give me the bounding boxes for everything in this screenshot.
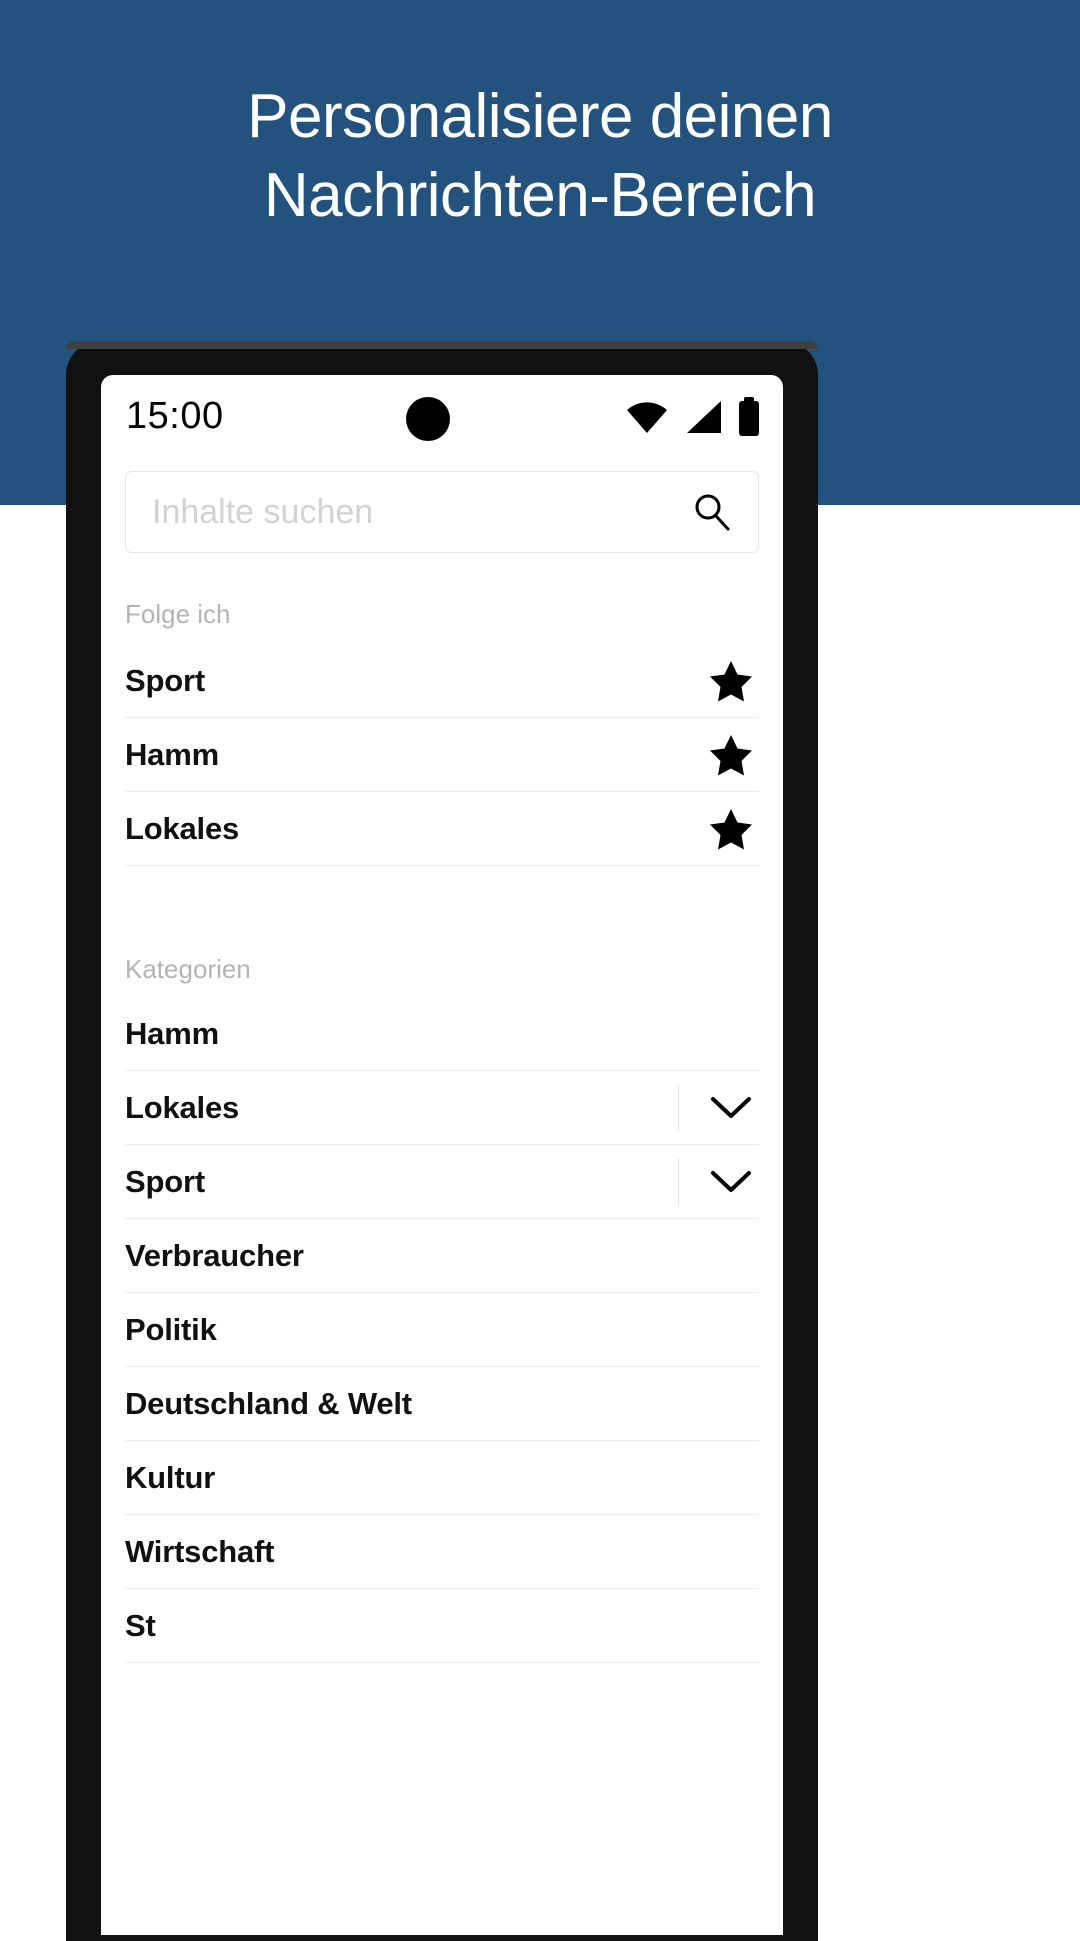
search-icon xyxy=(695,494,730,531)
page-title: Personalisiere deinen Nachrichten-Bereic… xyxy=(247,82,833,230)
expand-control[interactable] xyxy=(678,1157,759,1206)
list-item-label: Sport xyxy=(125,1163,205,1199)
camera-punchhole-icon xyxy=(406,397,450,441)
star-icon xyxy=(710,734,752,775)
list-item[interactable]: Wirtschaft xyxy=(125,1515,759,1589)
signal-icon xyxy=(687,401,721,433)
list-item-label: Sport xyxy=(125,662,205,698)
status-bar: 15:00 xyxy=(101,375,783,453)
star-icon xyxy=(710,660,752,701)
list-item[interactable]: Verbraucher xyxy=(125,1219,759,1293)
list-item[interactable]: Sport xyxy=(125,644,759,718)
list-item-label: Verbraucher xyxy=(125,1237,304,1273)
chevron-icon xyxy=(711,1170,751,1192)
chevron-icon xyxy=(711,1096,751,1118)
list-item-label: Hamm xyxy=(125,736,219,772)
list-item-label: Lokales xyxy=(125,810,240,846)
status-time: 15:00 xyxy=(126,395,224,437)
list-item[interactable]: Deutschland & Welt xyxy=(125,1367,759,1441)
list-item-label: Politik xyxy=(125,1311,217,1347)
chevron-down-icon[interactable] xyxy=(703,1154,759,1210)
following-section-label: Folge ich xyxy=(125,599,231,629)
categories-list: Hamm Lokales Sport Verbraucher Politik D… xyxy=(125,997,759,1663)
expand-control[interactable] xyxy=(678,1083,759,1132)
list-item[interactable]: Kultur xyxy=(125,1441,759,1515)
search-bar[interactable] xyxy=(125,471,759,553)
phone-screen: 15:00 Inhalte suchen Folge ich Sport Ham… xyxy=(101,375,783,1935)
search-input[interactable] xyxy=(152,492,688,532)
battery-icon xyxy=(739,397,759,436)
chevron-down-icon[interactable] xyxy=(703,1080,759,1136)
phone-mockup: 15:00 Inhalte suchen Folge ich Sport Ham… xyxy=(66,341,818,1941)
list-item-label: Hamm xyxy=(125,1015,219,1051)
list-item[interactable]: Sport xyxy=(125,1145,759,1219)
list-item[interactable]: Lokales xyxy=(125,1071,759,1145)
list-item-label: Wirtschaft xyxy=(125,1533,275,1569)
wifi-icon xyxy=(627,402,667,433)
categories-section-label: Kategorien xyxy=(125,954,251,984)
list-item[interactable]: Lokales xyxy=(125,792,759,866)
star-filled-icon[interactable] xyxy=(703,727,759,783)
search-button[interactable] xyxy=(688,488,736,536)
status-icons xyxy=(625,397,761,437)
star-filled-icon[interactable] xyxy=(703,653,759,709)
following-list: Sport Hamm Lokales xyxy=(125,644,759,866)
list-item-label: Lokales xyxy=(125,1089,240,1125)
list-item-label: Deutschland & Welt xyxy=(125,1385,412,1421)
list-item-label: St xyxy=(125,1607,156,1643)
list-item[interactable]: Politik xyxy=(125,1293,759,1367)
phone-bezel xyxy=(66,341,818,349)
star-filled-icon[interactable] xyxy=(703,801,759,857)
star-icon xyxy=(710,808,752,849)
list-item[interactable]: Hamm xyxy=(125,997,759,1071)
list-item[interactable]: St xyxy=(125,1589,759,1663)
list-item[interactable]: Hamm xyxy=(125,718,759,792)
list-item-label: Kultur xyxy=(125,1459,216,1495)
